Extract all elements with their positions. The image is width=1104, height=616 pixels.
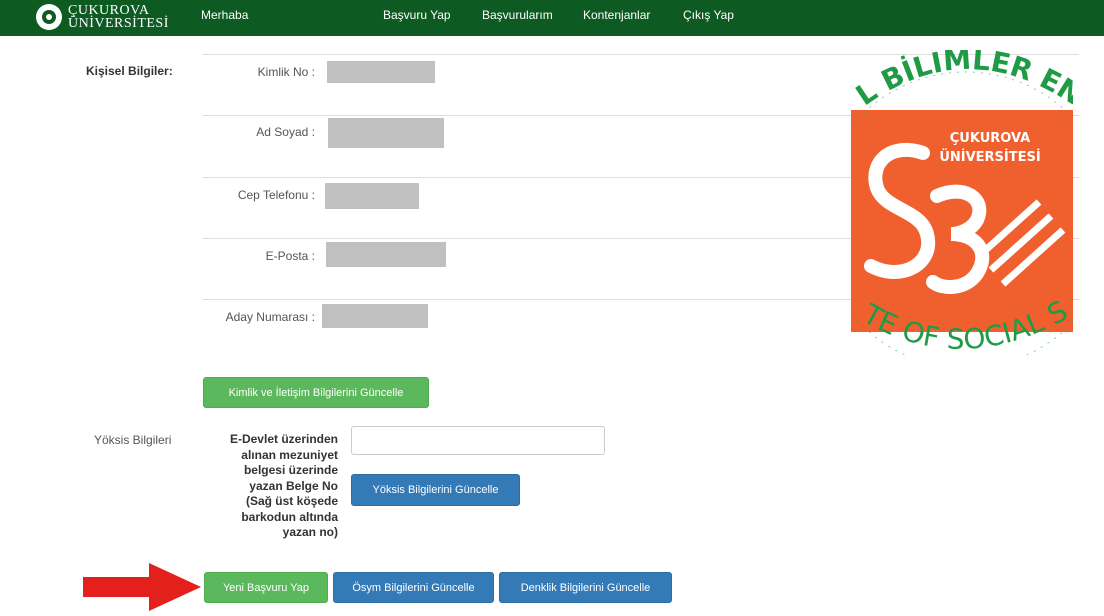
- brand-text: ÇUKUROVA ÜNİVERSİTESİ: [68, 4, 169, 31]
- nav-basvurularim[interactable]: Başvurularım: [482, 8, 553, 22]
- kimlik-no-label: Kimlik No :: [257, 65, 315, 79]
- belge-no-instructions: E-Devlet üzerinden alınan mezuniyet belg…: [205, 432, 338, 541]
- greeting-text: Merhaba: [201, 8, 249, 22]
- update-osym-button[interactable]: Ösym Bilgilerini Güncelle: [333, 572, 494, 603]
- aday-numarasi-value-redacted: [322, 304, 428, 328]
- personal-info-heading: Kişisel Bilgiler:: [86, 64, 173, 78]
- belge-line: barkodun altında: [241, 509, 338, 524]
- emblem-arc-top-text: L BİLİMLER ENS: [851, 50, 1073, 112]
- belge-line: yazan no): [282, 525, 338, 539]
- e-posta-label: E-Posta :: [265, 249, 315, 263]
- red-arrow-icon: [83, 563, 201, 611]
- nav-kontenjanlar[interactable]: Kontenjanlar: [583, 8, 650, 22]
- e-posta-value-redacted: [326, 242, 446, 267]
- belge-line: (Sağ üst köşede: [245, 494, 338, 508]
- belge-line: yazan Belge No: [249, 478, 338, 493]
- yoksis-section-label: Yöksis Bilgileri: [94, 433, 172, 447]
- ad-soyad-value-redacted: [328, 118, 444, 148]
- belge-no-input[interactable]: [351, 426, 605, 455]
- update-yoksis-button[interactable]: Yöksis Bilgilerini Güncelle: [351, 474, 520, 506]
- institute-emblem: L BİLİMLER ENS TE OF SOCIAL SCI ÇUKUROVA…: [851, 50, 1073, 355]
- university-seal-icon: [36, 4, 62, 30]
- ad-soyad-label: Ad Soyad :: [256, 125, 315, 139]
- emblem-university-line-1: ÇUKUROVA: [950, 131, 1030, 146]
- cep-telefonu-label: Cep Telefonu :: [237, 188, 315, 202]
- nav-cikis-yap[interactable]: Çıkış Yap: [683, 8, 734, 22]
- nav-basvuru-yap[interactable]: Başvuru Yap: [383, 8, 451, 22]
- top-navbar: ÇUKUROVA ÜNİVERSİTESİ Merhaba Başvuru Ya…: [0, 0, 1104, 36]
- belge-line: E-Devlet üzerinden: [229, 432, 338, 446]
- cep-telefonu-value-redacted: [325, 183, 419, 209]
- kimlik-no-value-redacted: [327, 61, 435, 83]
- emblem-university-line-2: ÜNİVERSİTESİ: [939, 149, 1040, 165]
- institute-emblem-graphic: L BİLİMLER ENS TE OF SOCIAL SCI ÇUKUROVA…: [851, 50, 1073, 355]
- belge-line: alınan mezuniyet: [241, 447, 338, 462]
- update-denklik-button[interactable]: Denklik Bilgilerini Güncelle: [499, 572, 672, 603]
- brand-line-2: ÜNİVERSİTESİ: [68, 16, 169, 31]
- belge-line: belgesi üzerinde: [243, 463, 338, 477]
- new-application-button[interactable]: Yeni Başvuru Yap: [204, 572, 328, 603]
- update-identity-contact-button[interactable]: Kimlik ve İletişim Bilgilerini Güncelle: [203, 377, 429, 408]
- aday-numarasi-label: Aday Numarası :: [225, 310, 315, 324]
- university-logo[interactable]: ÇUKUROVA ÜNİVERSİTESİ: [36, 2, 169, 32]
